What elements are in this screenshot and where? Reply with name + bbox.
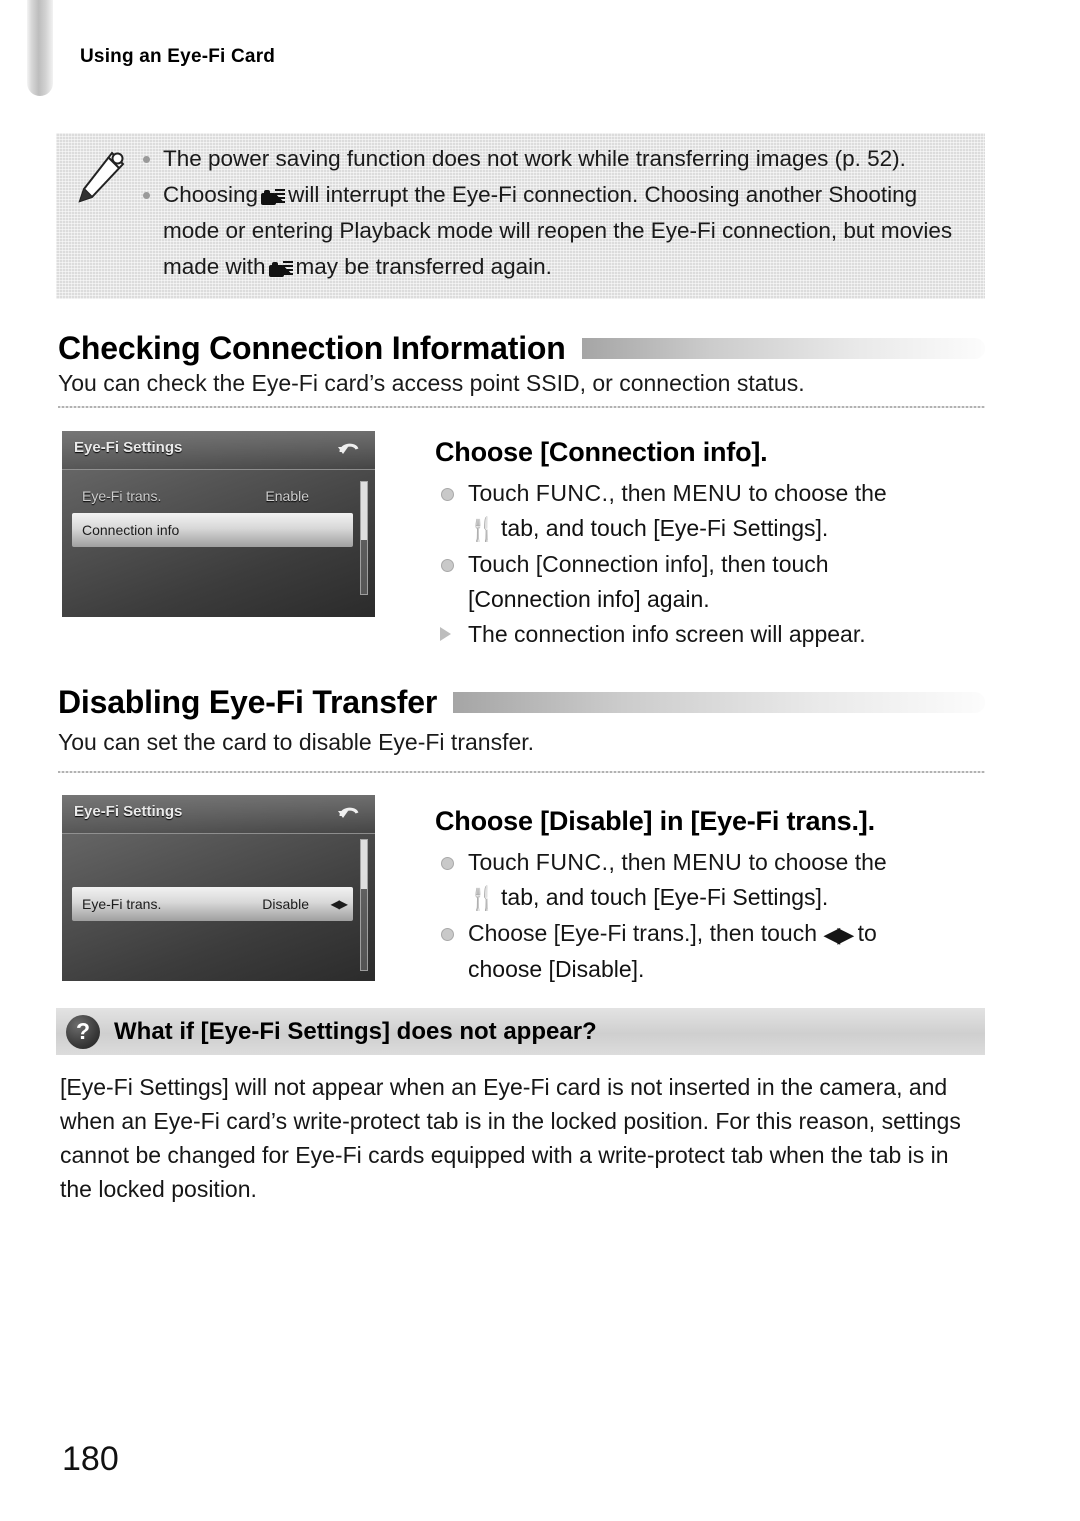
step-text: Touch: [468, 849, 536, 875]
step-choose-disable: Choose [Disable] in [Eye-Fi trans.]. Tou…: [435, 806, 1040, 987]
lcd-row-label: Connection info: [82, 522, 180, 538]
step-choose-connection-info: Choose [Connection info]. Touch FUNC., t…: [435, 437, 1040, 652]
settings-tab-icon: 🍴: [468, 885, 497, 911]
lcd-row-value: Enable: [265, 488, 309, 504]
heading-gradient-bar: [581, 338, 985, 359]
lcd-scrollbar[interactable]: [360, 839, 368, 971]
menu-label: MENU: [672, 849, 743, 875]
lcd-row[interactable]: Eye-Fi trans. Enable: [72, 479, 353, 513]
step-text: Choose [Eye-Fi trans.], then touch: [468, 920, 824, 946]
lcd-row-selected[interactable]: Connection info: [72, 513, 353, 547]
bullet-icon: [441, 857, 454, 870]
page-number: 180: [62, 1440, 119, 1478]
bullet-icon: [441, 928, 454, 941]
camera-screen-eye-fi-trans: Eye-Fi Settings Eye-Fi trans. Disable ◀▶: [62, 795, 375, 981]
step-text: to choose the: [742, 849, 887, 875]
section-title: Checking Connection Information: [58, 330, 566, 366]
lcd-row-arrows-icon[interactable]: ◀▶: [331, 897, 348, 911]
step-text: to: [851, 920, 877, 946]
lcd-title: Eye-Fi Settings: [74, 439, 183, 456]
step-text: The connection info screen will appear.: [468, 621, 866, 647]
step-title: Choose [Disable] in [Eye-Fi trans.].: [435, 806, 875, 836]
note-box: The power saving function does not work …: [56, 133, 985, 299]
note-item: The power saving function does not work …: [141, 141, 967, 177]
lcd-row-label: Eye-Fi trans.: [82, 488, 162, 504]
section-description: You can check the Eye-Fi card’s access p…: [58, 370, 805, 396]
bullet-icon: [441, 559, 454, 572]
note-item: Choosing will interrupt the Eye-Fi connec…: [141, 177, 967, 285]
step-line: Touch FUNC., then MENU to choose the: [435, 476, 1040, 511]
return-icon[interactable]: [335, 436, 363, 462]
lcd-row-label: Eye-Fi trans.: [82, 896, 162, 912]
note-item-text: Choosing: [163, 182, 259, 207]
qa-title: What if [Eye-Fi Settings] does not appea…: [114, 1017, 597, 1045]
step-line-continued: 🍴 tab, and touch [Eye-Fi Settings].: [435, 511, 1040, 547]
lcd-row-value: Disable: [262, 896, 309, 912]
camera-screen-connection-info: Eye-Fi Settings Eye-Fi trans. Enable Con…: [62, 431, 375, 617]
movie-mode-icon: [268, 259, 293, 277]
step-text: tab, and touch [Eye-Fi Settings].: [494, 884, 829, 910]
triangle-marker-icon: [440, 627, 451, 641]
note-list: The power saving function does not work …: [141, 141, 967, 285]
menu-label: MENU: [672, 480, 743, 506]
pencil-icon: [78, 151, 125, 203]
section-heading-checking-connection-information: Checking Connection Information: [58, 330, 985, 367]
step-text: to choose the: [742, 480, 887, 506]
step-text: , then: [608, 849, 673, 875]
question-mark-icon: ?: [66, 1014, 100, 1049]
divider: [58, 771, 985, 773]
return-icon[interactable]: [335, 800, 363, 826]
func-label: FUNC.: [535, 480, 609, 506]
bullet-dot: [143, 192, 150, 199]
step-text: tab, and touch [Eye-Fi Settings].: [494, 515, 829, 541]
step-title: Choose [Connection info].: [435, 437, 768, 467]
lcd-scrollbar-thumb[interactable]: [361, 482, 367, 541]
step-line-continued: [Connection info] again.: [468, 586, 710, 612]
left-right-arrows-icon: ◀▶: [823, 922, 854, 947]
heading-gradient-bar: [453, 692, 985, 713]
section-title: Disabling Eye-Fi Transfer: [58, 684, 438, 720]
qa-header-bar: ? What if [Eye-Fi Settings] does not app…: [56, 1008, 985, 1055]
step-line: Choose [Eye-Fi trans.], then touch ◀▶ to: [435, 916, 1040, 952]
lcd-title: Eye-Fi Settings: [74, 803, 183, 820]
step-result-line: The connection info screen will appear.: [435, 617, 1040, 652]
running-header: Using an Eye-Fi Card: [80, 46, 276, 67]
func-label: FUNC.: [535, 849, 609, 875]
step-text: Touch: [468, 480, 536, 506]
lcd-scrollbar-thumb[interactable]: [361, 840, 367, 890]
note-item-text-3: may be transferred again.: [295, 254, 552, 279]
lcd-rows: Eye-Fi trans. Enable Connection info: [72, 479, 353, 547]
section-description: You can set the card to disable Eye-Fi t…: [58, 729, 535, 755]
step-text: Touch [Connection info], then touch: [468, 551, 829, 577]
step-text: , then: [608, 480, 673, 506]
settings-tab-icon: 🍴: [468, 516, 497, 542]
step-line-continued: 🍴 tab, and touch [Eye-Fi Settings].: [435, 880, 1040, 916]
movie-mode-icon: [261, 187, 286, 205]
section-heading-disabling-eye-fi-transfer: Disabling Eye-Fi Transfer: [58, 684, 985, 721]
page-edge-tab: [27, 0, 53, 96]
step-line-continued: choose [Disable].: [468, 956, 645, 982]
lcd-rows: Eye-Fi trans. Disable ◀▶: [72, 887, 353, 921]
lcd-scrollbar[interactable]: [360, 481, 368, 595]
step-line: Touch [Connection info], then touch: [435, 547, 1040, 582]
lcd-row-selected[interactable]: Eye-Fi trans. Disable ◀▶: [72, 887, 353, 921]
divider: [58, 406, 985, 408]
step-line: Touch FUNC., then MENU to choose the: [435, 845, 1040, 880]
bullet-dot: [143, 156, 150, 163]
bullet-icon: [441, 488, 454, 501]
qa-body-text: [Eye-Fi Settings] will not appear when a…: [60, 1074, 961, 1202]
note-item-text: The power saving function does not work …: [163, 146, 906, 171]
